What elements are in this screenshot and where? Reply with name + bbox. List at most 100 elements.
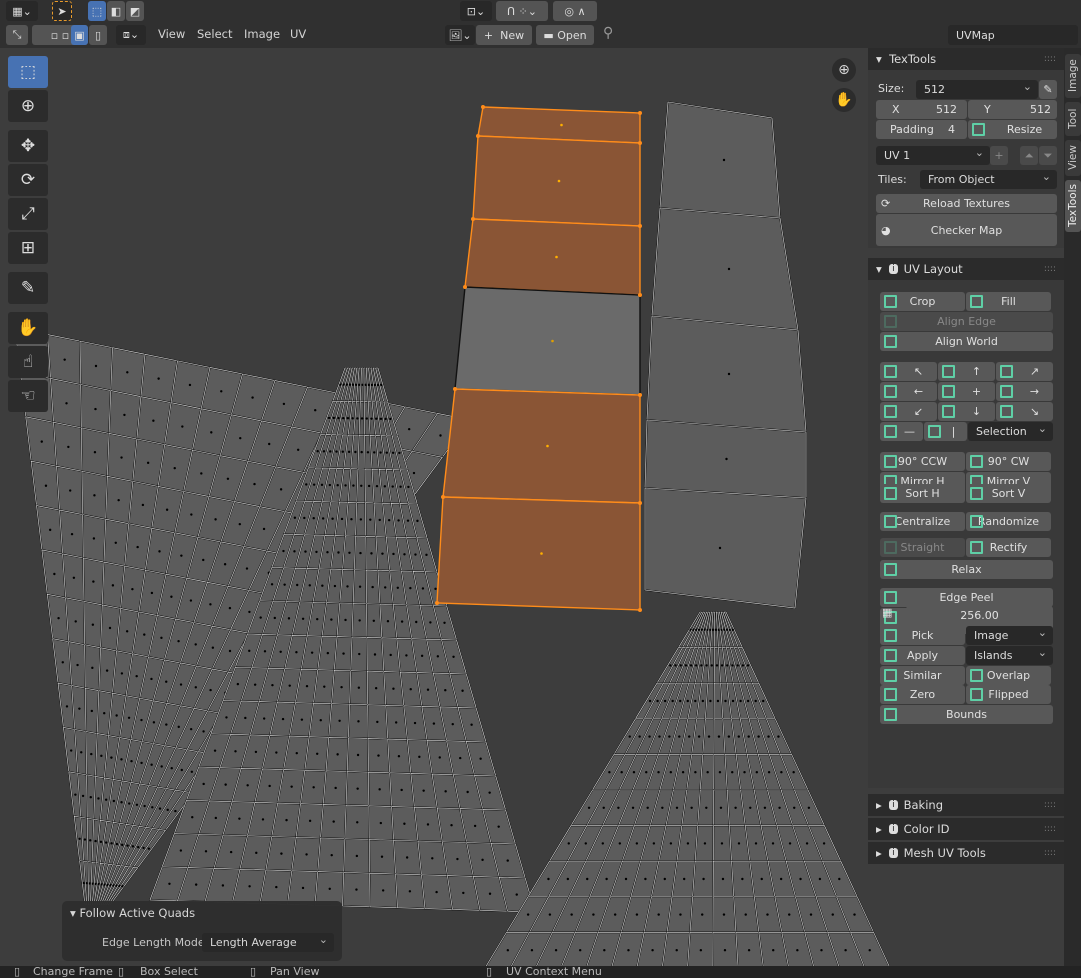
uv-channel-dropdown[interactable]: UV 1 [876,146,990,165]
align-top-right-button[interactable]: ↗ [996,362,1053,381]
zero-button[interactable]: Zero [880,685,965,704]
textools-header[interactable]: ▾ TexTools:::: [868,48,1064,70]
select-mode-extend-icon[interactable]: ◧ [107,1,125,21]
uv-layout-header[interactable]: ▾ i UV Layout:::: [868,258,1064,280]
texel-density-field[interactable]: 256.00 [906,606,1053,625]
align-top-button[interactable]: ↑ [938,362,995,381]
pin-icon[interactable]: ⚲ [603,25,613,41]
tab-textools[interactable]: TexTools [1065,180,1081,232]
uvmap-field[interactable]: UVMap [948,25,1078,45]
new-image-button[interactable]: + New [476,25,532,45]
size-dropdown[interactable]: 512 [916,80,1038,99]
cursor-tool-icon[interactable]: ⊕ [8,90,48,122]
overlap-button[interactable]: Overlap [966,666,1051,685]
align-bottom-right-button[interactable]: ↘ [996,402,1053,421]
zoom-icon[interactable]: ⊕ [832,58,856,82]
sync-selection-icon[interactable]: ➤ [52,1,72,21]
annotate-tool-icon[interactable]: ✎ [8,272,48,304]
transform-tool-icon[interactable]: ⊞ [8,232,48,264]
baking-header[interactable]: ▸ i Baking:::: [868,794,1064,816]
face-dot [188,383,192,387]
face-dot [422,789,425,792]
move-down-icon[interactable]: ⏷ [1039,146,1057,165]
align-center-button[interactable]: + [938,382,995,401]
move-tool-icon[interactable]: ✥ [8,130,48,162]
reload-textures-button[interactable]: ⟳ Reload Textures [876,194,1057,213]
apply-button[interactable]: Apply [880,646,965,665]
rot-cw-button[interactable]: 90° CW [966,452,1051,471]
sort-h-button[interactable]: Sort H [880,484,965,503]
straight-button[interactable]: Straight [880,538,965,557]
rotate-tool-icon[interactable]: ⟳ [8,164,48,196]
face-dot [391,451,395,454]
randomize-button[interactable]: Randomize [966,512,1051,531]
add-uv-icon[interactable]: + [990,146,1008,165]
menu-select[interactable]: Select [197,27,232,41]
color-id-header[interactable]: ▸ i Color ID:::: [868,818,1064,840]
align-bottom-left-button[interactable]: ↙ [880,402,937,421]
select-mode-subtract-icon[interactable]: ◩ [126,1,144,21]
centralize-button[interactable]: Centralize [880,512,965,531]
resize-button[interactable]: Resize [968,120,1057,139]
align-top-left-button[interactable]: ↖ [880,362,937,381]
edge-length-mode-dropdown[interactable]: Length Average [202,933,334,952]
align-right-button[interactable]: → [996,382,1053,401]
face-dot [689,664,693,667]
distribute-v-button[interactable]: | [924,422,967,441]
relax-button[interactable]: Relax [880,560,1053,579]
distribute-h-button[interactable]: — [880,422,923,441]
y-field[interactable]: Y 512 [968,100,1057,119]
scale-tool-icon[interactable]: ⤢ [8,198,48,230]
align-edge-button[interactable]: Align Edge [880,312,1053,331]
mesh-uv-tools-header[interactable]: ▸ i Mesh UV Tools:::: [868,842,1064,864]
tab-view[interactable]: View [1065,140,1081,176]
open-image-button[interactable]: ▬ Open [536,25,594,45]
menu-uv[interactable]: UV [290,27,306,41]
eyedropper-icon[interactable]: ✎ [1039,80,1057,99]
pinch-tool-icon[interactable]: ☜ [8,380,48,412]
crop-button[interactable]: Crop [880,292,965,311]
similar-button[interactable]: Similar [880,666,965,685]
rectify-button[interactable]: Rectify [966,538,1051,557]
fill-button[interactable]: Fill [966,292,1051,311]
rot-ccw-button[interactable]: 90° CCW [880,452,965,471]
select-tool-icon[interactable]: ⬚ [8,56,48,88]
sticky-select-icon[interactable]: ⤡ [6,25,28,45]
pivot-icon[interactable]: ⊡⌄ [460,1,492,21]
tab-tool[interactable]: Tool [1065,102,1081,136]
island-select-icon[interactable]: ▯ [89,25,107,45]
snap-icon[interactable]: ᑎ ⁘⌄ [496,1,548,21]
move-up-icon[interactable]: ⏶ [1020,146,1038,165]
face-dot [746,664,750,667]
sort-v-button[interactable]: Sort V [966,484,1051,503]
face-dot [83,838,87,841]
tiles-dropdown[interactable]: From Object [920,170,1057,189]
align-world-button[interactable]: Align World [880,332,1053,351]
align-left-button[interactable]: ← [880,382,937,401]
bounds-button[interactable]: Bounds [880,705,1053,724]
image-browse-icon[interactable]: 🖼⌄ [445,25,475,45]
pick-button[interactable]: Pick [880,626,965,645]
apply-mode-dropdown[interactable]: Islands [966,646,1053,665]
select-mode-new-icon[interactable]: ⬚ [88,1,106,21]
checker-map-button[interactable]: ◕ Checker Map [876,214,1057,246]
pan-hand-icon[interactable]: ✋ [832,88,856,112]
proportional-edit-icon[interactable]: ◎ ∧ [553,1,597,21]
x-field[interactable]: X 512 [876,100,967,119]
pick-mode-dropdown[interactable]: Image [966,626,1053,645]
menu-image[interactable]: Image [244,27,280,41]
align-bottom-button[interactable]: ↓ [938,402,995,421]
relax-tool-icon[interactable]: ☝ [8,346,48,378]
menu-view[interactable]: View [158,27,185,41]
face-select-icon[interactable]: ▣ [71,25,88,45]
editor-type-button[interactable]: ▦⌄ [6,1,38,21]
align-mode-dropdown[interactable]: Selection [968,422,1053,441]
padding-field[interactable]: Padding 4 [876,120,967,139]
edge-peel-button[interactable]: Edge Peel [880,588,1053,607]
redo-panel-header[interactable]: ▾ Follow Active Quads [70,906,195,920]
flipped-button[interactable]: Flipped [966,685,1051,704]
grab-tool-icon[interactable]: ✋ [8,312,48,344]
tab-image[interactable]: Image [1065,54,1081,98]
face-dot [703,842,707,845]
sticky-mode-icon[interactable]: ⧈⌄ [116,25,146,45]
